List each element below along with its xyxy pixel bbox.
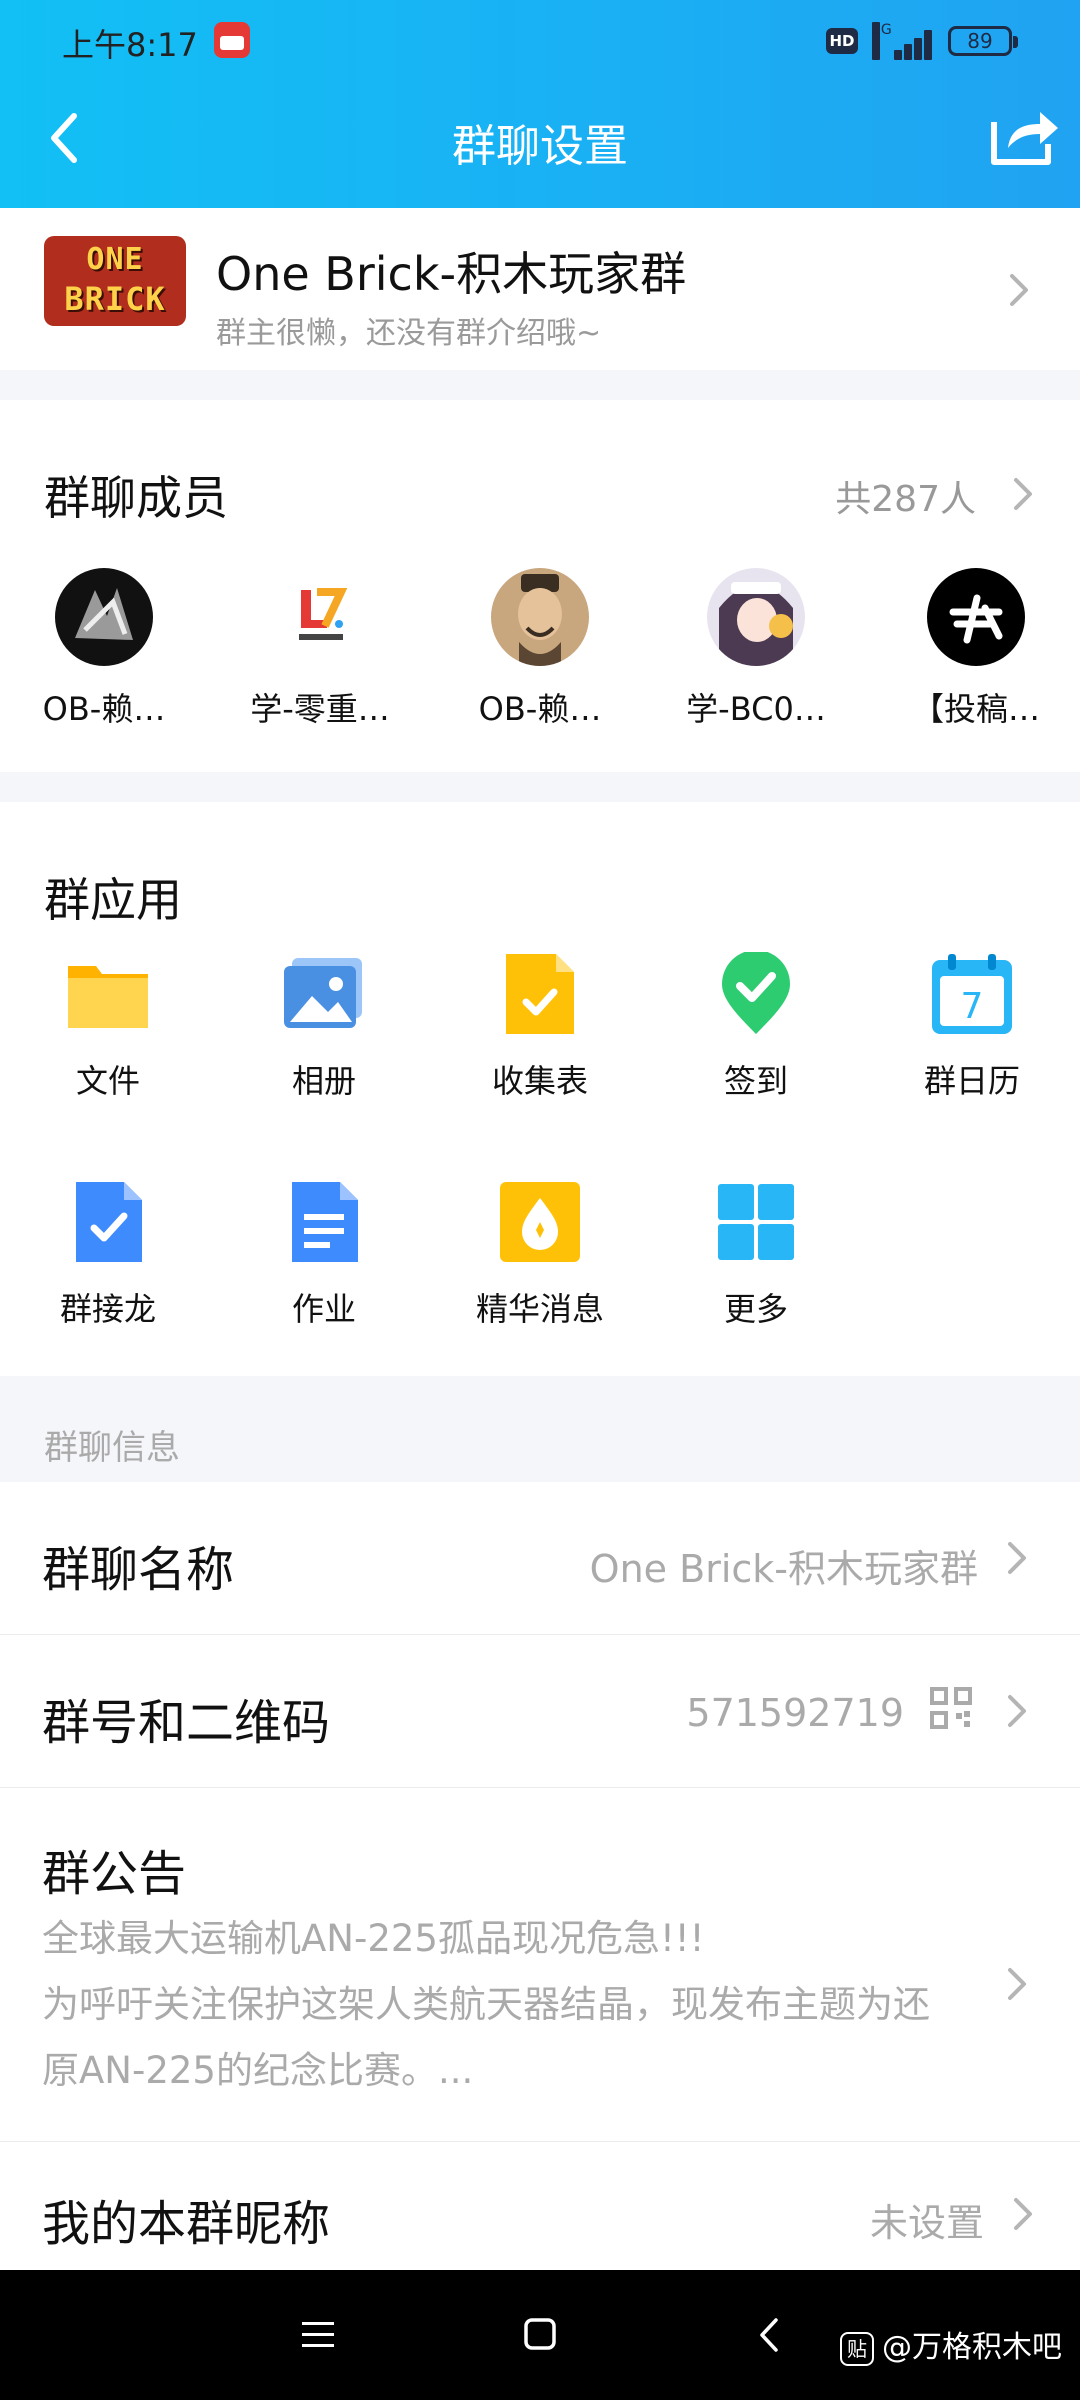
home-icon[interactable]: [522, 2316, 558, 2352]
chevron-right-icon[interactable]: [1010, 474, 1038, 514]
essence-icon: [498, 1180, 582, 1264]
network-type-label: 5G: [872, 22, 892, 60]
app-album[interactable]: 相册: [234, 952, 414, 1102]
app-relay[interactable]: 群接龙: [18, 1180, 198, 1330]
chevron-right-icon: [1014, 2198, 1032, 2230]
back-icon[interactable]: [756, 2316, 780, 2354]
relay-icon: [66, 1180, 150, 1264]
members-section: 群聊成员 共287人 OB-赖… 学-零重… OB-赖… 学-BC0… 【投稿…: [0, 400, 1080, 772]
homework-icon: [282, 1180, 366, 1264]
notification-app-icon: [214, 22, 250, 58]
qr-code-icon: [930, 1687, 972, 1729]
app-homework[interactable]: 作业: [234, 1180, 414, 1330]
member-name: 学-BC0…: [686, 690, 826, 728]
group-name: One Brick-积木玩家群: [216, 247, 687, 301]
status-time: 上午8:17: [62, 26, 198, 64]
member-name: OB-赖…: [42, 690, 166, 728]
group-number-qr-row[interactable]: 群号和二维码 571592719: [0, 1635, 1080, 1788]
member-item[interactable]: 【投稿…: [886, 568, 1066, 730]
member-item[interactable]: 学-零重…: [230, 568, 410, 730]
member-count[interactable]: 共287人: [835, 470, 976, 522]
more-grid-icon: [714, 1180, 798, 1264]
member-name: OB-赖…: [478, 690, 602, 728]
member-name: 学-零重…: [250, 690, 390, 728]
group-profile-row[interactable]: ONE BRICK One Brick-积木玩家群 群主很懒，还没有群介绍哦~: [0, 208, 1080, 370]
chevron-right-icon: [1008, 1695, 1026, 1727]
apps-title: 群应用: [44, 873, 182, 927]
folder-icon: [66, 952, 150, 1036]
app-checkin[interactable]: 签到: [666, 950, 846, 1102]
member-name: 【投稿…: [911, 690, 1040, 728]
hd-voice-badge: HD: [826, 28, 858, 54]
app-more[interactable]: 更多: [666, 1180, 846, 1330]
avatar: [271, 568, 369, 666]
tieba-logo-icon: 贴: [840, 2331, 874, 2366]
group-info-section-title: 群聊信息: [44, 1428, 180, 1468]
group-number-value: 571592719: [686, 1691, 904, 1735]
members-title: 群聊成员: [44, 471, 228, 525]
member-item[interactable]: 学-BC0…: [666, 568, 846, 730]
battery-icon: 89: [948, 26, 1018, 56]
group-apps-section: 群应用 文件 相册 收集表 签到 7 群日历 群接龙 作业 精华消息 更多: [0, 802, 1080, 1376]
avatar: [491, 568, 589, 666]
avatar: [707, 568, 805, 666]
group-name-value: One Brick-积木玩家群: [589, 1547, 978, 1591]
app-form[interactable]: 收集表: [450, 952, 630, 1102]
signal-icon: 5G: [872, 22, 932, 60]
page-title: 群聊设置: [452, 121, 628, 172]
app-files[interactable]: 文件: [18, 952, 198, 1102]
my-nickname-row[interactable]: 我的本群昵称 未设置: [0, 2142, 1080, 2270]
member-item[interactable]: OB-赖…: [14, 568, 194, 730]
member-item[interactable]: OB-赖…: [450, 568, 630, 730]
chevron-right-icon: [1008, 1542, 1026, 1574]
notice-preview: 全球最大运输机AN-225孤品现况危急!!! 为呼吁关注保护这架人类航天器结晶，…: [42, 1917, 930, 2092]
status-bar: 上午8:17 HD 5G 89: [0, 0, 1080, 80]
avatar: [927, 568, 1025, 666]
group-logo: ONE BRICK: [44, 236, 186, 326]
system-navigation-bar: 贴 @万格积木吧: [0, 2270, 1080, 2400]
app-essence[interactable]: 精华消息: [450, 1180, 630, 1330]
avatar: [55, 568, 153, 666]
group-notice-row[interactable]: 群公告 全球最大运输机AN-225孤品现况危急!!! 为呼吁关注保护这架人类航天…: [0, 1788, 1080, 2142]
watermark: 贴 @万格积木吧: [840, 2322, 1062, 2366]
photo-album-icon: [282, 952, 366, 1036]
menu-icon[interactable]: [300, 2318, 336, 2352]
app-header: 上午8:17 HD 5G 89 群聊设置: [0, 0, 1080, 208]
group-name-row[interactable]: 群聊名称 One Brick-积木玩家群: [0, 1482, 1080, 1635]
calendar-icon: 7: [930, 952, 1014, 1036]
svg-text:7: 7: [961, 986, 984, 1027]
chevron-right-icon: [1010, 274, 1028, 306]
form-icon: [498, 952, 582, 1036]
checkin-pin-icon: [714, 950, 798, 1036]
group-description: 群主很懒，还没有群介绍哦~: [216, 316, 602, 351]
nickname-value: 未设置: [869, 2201, 984, 2245]
chevron-right-icon: [1008, 1968, 1026, 2000]
share-button[interactable]: [988, 104, 1060, 168]
share-icon: [991, 112, 1058, 165]
app-calendar[interactable]: 7 群日历: [882, 952, 1062, 1102]
